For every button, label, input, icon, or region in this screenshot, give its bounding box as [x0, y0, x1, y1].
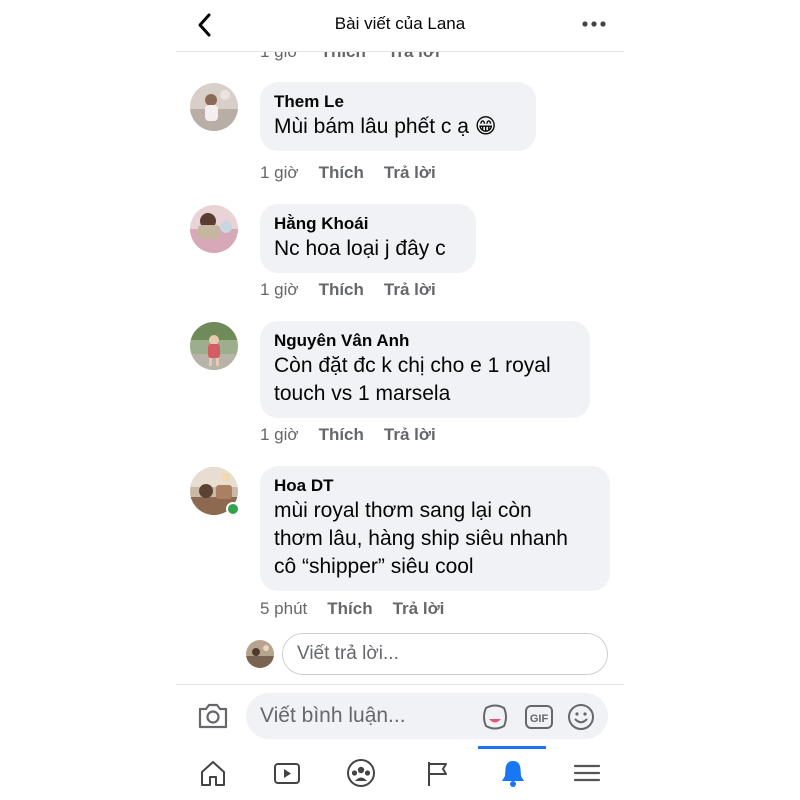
comment-bubble: Nguyên Vân Anh Còn đặt đc k chị cho e 1 … — [260, 321, 590, 418]
nav-notifications[interactable] — [476, 746, 548, 800]
comment-input[interactable] — [260, 693, 470, 739]
camera-icon — [198, 703, 228, 729]
like-link[interactable]: Thích — [319, 425, 364, 445]
video-icon — [274, 763, 300, 784]
comment-text-line: cô “shipper” siêu cool — [274, 555, 474, 578]
gif-label: GIF — [530, 713, 549, 725]
reply-link[interactable]: Trả lời — [384, 163, 436, 183]
header-bar: Bài viết của Lana — [176, 0, 624, 52]
avatar-sticker-button[interactable] — [480, 702, 510, 732]
home-icon — [201, 761, 225, 786]
comment-actions: 1 giờ Thích Trả lời — [260, 163, 456, 183]
reply-input[interactable] — [282, 633, 608, 675]
emoji-icon — [568, 704, 594, 730]
nav-menu[interactable] — [550, 746, 622, 800]
like-link[interactable]: Thích — [319, 163, 364, 183]
comment-bubble: Hằng Khoái Nc hoa loại j đây c — [260, 204, 476, 273]
online-status-icon — [226, 502, 240, 516]
comment-time: 1 giờ — [260, 280, 299, 299]
avatar[interactable] — [190, 205, 238, 253]
comment-text-line: mùi royal thơm sang lại còn — [274, 499, 532, 522]
comment-author[interactable]: Nguyên Vân Anh — [274, 330, 576, 352]
notifications-bell-icon — [502, 761, 524, 787]
comment-author[interactable]: Hằng Khoái — [274, 213, 462, 235]
avatar[interactable] — [190, 83, 238, 131]
reply-avatar — [246, 640, 274, 668]
comment-time: 1 giờ — [260, 425, 299, 444]
comment-time: 1 giờ — [260, 163, 299, 182]
reply-link[interactable]: Trả lời — [384, 280, 436, 300]
like-link[interactable]: Thích — [319, 280, 364, 300]
comment-text: Mùi bám lâu phết c ạ 😁 — [274, 115, 497, 138]
comment-time: 5 phút — [260, 599, 308, 618]
comment-actions: 1 giờ Thích Trả lời — [260, 425, 456, 445]
like-link[interactable]: Thích — [327, 599, 372, 619]
page-title: Bài viết của Lana — [334, 14, 466, 33]
comment-bubble: Them Le Mùi bám lâu phết c ạ 😁 — [260, 82, 536, 151]
nav-video[interactable] — [250, 746, 322, 800]
nav-groups[interactable] — [324, 746, 396, 800]
nav-home[interactable] — [176, 746, 248, 800]
avatar-sticker-icon — [483, 704, 507, 730]
reply-link[interactable]: Trả lời — [384, 425, 436, 445]
more-button[interactable] — [578, 10, 610, 38]
gif-button[interactable]: GIF — [524, 704, 554, 730]
comment-composer-bar: GIF — [176, 684, 624, 746]
comment-text-line: Còn đặt đc k chị cho e 1 royal — [274, 354, 551, 377]
reply-link[interactable]: Trả lời — [393, 599, 445, 619]
comment-text-line: thơm lâu, hàng ship siêu nhanh — [274, 527, 568, 550]
gif-icon: GIF — [525, 705, 553, 729]
comment-author[interactable]: Them Le — [274, 91, 522, 113]
nav-pages[interactable] — [400, 746, 472, 800]
bottom-nav — [176, 746, 624, 800]
comment-text-line: touch vs 1 marsela — [274, 382, 451, 405]
comment-text: Nc hoa loại j đây c — [274, 237, 446, 260]
pages-flag-icon — [428, 762, 447, 786]
groups-icon — [347, 759, 375, 787]
avatar[interactable] — [190, 322, 238, 370]
comment-author[interactable]: Hoa DT — [274, 475, 596, 497]
comment-actions: 1 giờ Thích Trả lời — [260, 280, 456, 300]
comment-actions: 5 phút Thích Trả lời — [260, 599, 464, 619]
menu-icon — [573, 764, 601, 782]
phone-screen: 1 giờ Thích Trả lời Bài viết của Lana Them… — [176, 0, 624, 800]
emoji-button[interactable] — [566, 702, 596, 732]
comment-bubble: Hoa DT mùi royal thơm sang lại còn thơm … — [260, 466, 610, 591]
camera-button[interactable] — [196, 701, 230, 731]
comment-composer: GIF — [246, 693, 608, 739]
more-horizontal-icon — [582, 21, 606, 27]
